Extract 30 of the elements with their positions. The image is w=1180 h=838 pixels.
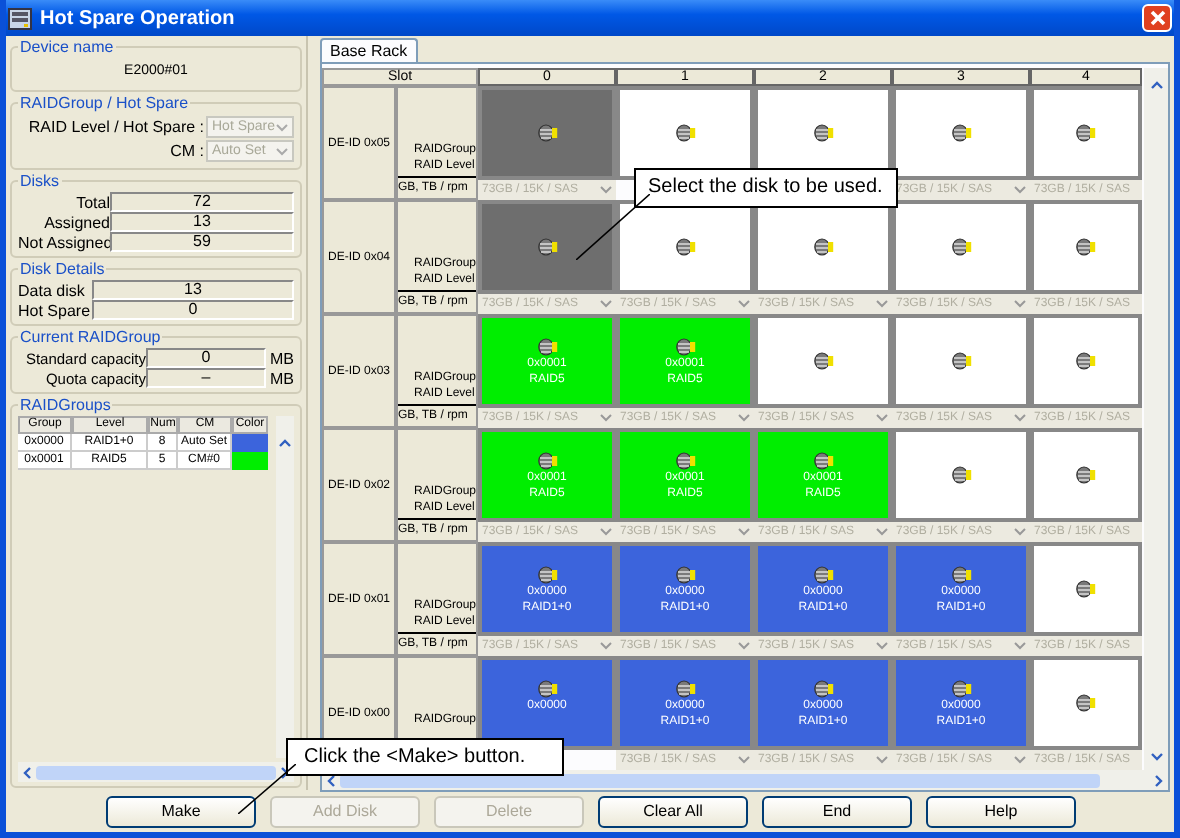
field-label: CM :	[170, 142, 204, 160]
value-field: 13	[92, 280, 294, 300]
unit-label: MB	[270, 349, 294, 367]
value-field: –	[146, 368, 266, 388]
group-legend: Current RAIDGroup	[18, 328, 163, 346]
value-field: 59	[110, 232, 294, 252]
value-field: 0	[146, 348, 266, 368]
action-button[interactable]: Help	[926, 795, 1076, 827]
callout-tooltip: Click the <Make> button.	[286, 738, 564, 776]
value-field: 72	[110, 192, 294, 212]
tab[interactable]: Base Rack	[320, 38, 418, 62]
group-legend: Disk Details	[18, 260, 107, 278]
action-button[interactable]: End	[762, 795, 912, 827]
group-legend: RAIDGroups	[18, 396, 113, 414]
action-button[interactable]: Make	[106, 795, 256, 827]
field-label: RAID Level / Hot Spare :	[28, 118, 204, 136]
group-legend: RAIDGroup / Hot Spare	[18, 94, 191, 112]
unit-label: MB	[270, 369, 294, 387]
action-button[interactable]: Clear All	[598, 795, 748, 827]
field-label: Not Assigned	[18, 233, 110, 251]
field-label: Hot Spare	[18, 301, 92, 319]
field-label: Assigned	[42, 213, 110, 231]
value-field: 13	[110, 212, 294, 232]
group-legend: Device name	[18, 38, 116, 56]
callout-tooltip: Select the disk to be used.	[634, 168, 898, 208]
window-title: Hot Spare Operation	[40, 7, 237, 29]
group-legend: Disks	[18, 172, 62, 190]
field-label: Data disk	[18, 281, 87, 299]
field-label: Total	[74, 193, 110, 211]
value-field: 0	[92, 300, 294, 320]
